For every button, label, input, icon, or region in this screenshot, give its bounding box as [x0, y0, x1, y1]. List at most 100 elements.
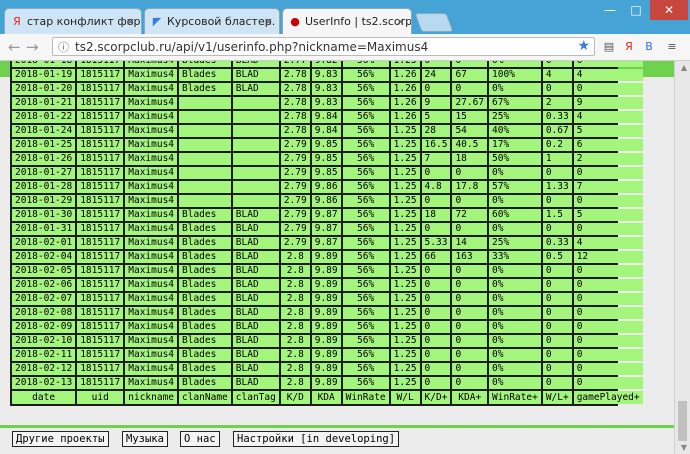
table-cell-k-d: 0 [421, 61, 451, 67]
column-header[interactable]: clanName [179, 391, 231, 404]
other-projects-link[interactable]: Другие проекты [12, 431, 109, 447]
address-bar[interactable]: ⓘ ts2.scorpclub.ru/api/v1/userinfo.php?n… [52, 37, 595, 56]
table-cell-winrate: 56% [342, 61, 389, 67]
forward-arrow-icon[interactable]: → [26, 38, 39, 56]
table-cell-uid: 1815117 [77, 97, 124, 109]
page-scrollbar[interactable]: ▲ ▼ [674, 61, 690, 454]
table-cell-winrate: 56% [342, 111, 389, 123]
table-cell-clantag: BLAD [232, 377, 279, 389]
table-cell-winrate: 0% [489, 321, 541, 333]
table-cell-k-d: 0 [421, 167, 451, 179]
table-cell-winrate: 56% [342, 125, 389, 137]
table-cell-k-d: 2.8 [280, 335, 310, 347]
table-cell-clantag [232, 167, 279, 179]
column-header[interactable]: W/L [390, 391, 420, 404]
table-cell-clanname: Blades [179, 349, 231, 361]
table-row: 2018-01-27 1815117 Maximus4 2.79 9.85 56% 1.25… [12, 167, 643, 179]
table-cell-kda: 9.89 [311, 363, 341, 375]
table-cell-gameplayed: 2 [573, 153, 643, 165]
table-cell-clanname [179, 125, 231, 137]
settings-link[interactable]: Настройки [in developing] [233, 431, 400, 447]
table-cell-date: 2018-01-26 [12, 153, 76, 165]
table-cell-k-d: 0 [421, 279, 451, 291]
column-header[interactable]: W/L+ [542, 391, 572, 404]
tab-title: стар конфликт форум — [27, 15, 141, 28]
table-cell-w-l: 0.33 [542, 237, 572, 249]
close-tab-icon[interactable]: × [126, 15, 135, 28]
column-header[interactable]: K/D+ [421, 391, 451, 404]
column-header[interactable]: nickname [125, 391, 178, 404]
table-cell-w-l: 0 [542, 349, 572, 361]
about-link[interactable]: О нас [180, 431, 220, 447]
back-arrow-icon[interactable]: ← [8, 38, 21, 56]
table-cell-clantag: BLAD [232, 363, 279, 375]
table-cell-k-d: 5 [421, 111, 451, 123]
table-cell-winrate: 0% [489, 167, 541, 179]
column-header[interactable]: WinRate [342, 391, 389, 404]
table-cell-uid: 1815117 [77, 307, 124, 319]
table-cell-k-d: 2.8 [280, 251, 310, 263]
tab-forum[interactable]: Я стар конфликт форум — × [4, 8, 142, 34]
table-cell-date: 2018-01-21 [12, 97, 76, 109]
table-cell-clantag: BLAD [232, 265, 279, 277]
table-cell-k-d: 2.8 [280, 321, 310, 333]
column-header[interactable]: WinRate+ [489, 391, 541, 404]
table-cell-uid: 1815117 [77, 111, 124, 123]
table-cell-gameplayed: 0 [573, 83, 643, 95]
table-row: 2018-01-26 1815117 Maximus4 2.79 9.85 56% 1.25… [12, 153, 643, 165]
table-cell-w-l: 0 [542, 307, 572, 319]
vk-extension-icon[interactable]: B [641, 40, 657, 54]
tab-userinfo[interactable]: ● UserInfo | ts2.scorpclub.r × [282, 8, 412, 35]
table-cell-k-d: 2.8 [280, 363, 310, 375]
maximize-button[interactable]: □ [624, 0, 648, 20]
table-cell-clanname [179, 97, 231, 109]
table-cell-date: 2018-02-10 [12, 335, 76, 347]
extensions-icon[interactable]: ▤ [601, 40, 617, 54]
table-cell-winrate: 0% [489, 83, 541, 95]
table-cell-clanname: Blades [179, 335, 231, 347]
table-cell-kda: 9.87 [311, 237, 341, 249]
scroll-down-arrow-icon[interactable]: ▼ [681, 443, 687, 452]
table-cell-clantag [232, 97, 279, 109]
column-header[interactable]: date [12, 391, 76, 404]
table-cell-k-d: 2.78 [280, 111, 310, 123]
table-cell-kda: 14 [452, 237, 488, 249]
table-cell-w-l: 1.25 [390, 139, 420, 151]
table-cell-winrate: 56% [342, 321, 389, 333]
table-cell-winrate: 56% [342, 265, 389, 277]
column-header[interactable]: gamePlayed+ [573, 391, 643, 404]
close-tab-icon[interactable]: × [396, 15, 405, 28]
new-tab-button[interactable] [414, 13, 454, 32]
table-cell-kda: 0 [452, 293, 488, 305]
bookmark-star-icon[interactable]: ★ [577, 38, 590, 55]
table-cell-date: 2018-02-04 [12, 251, 76, 263]
scroll-up-arrow-icon[interactable]: ▲ [681, 63, 687, 72]
table-cell-k-d: 16.5 [421, 139, 451, 151]
table-cell-k-d: 0 [421, 377, 451, 389]
tab-blaster[interactable]: ◤ Курсовой бластер. - Стр × [144, 8, 280, 34]
column-header[interactable]: clanTag [232, 391, 279, 404]
minimize-button[interactable]: — [598, 0, 622, 20]
column-header[interactable]: uid [77, 391, 124, 404]
table-cell-clanname: Blades [179, 237, 231, 249]
column-header[interactable]: KDA [311, 391, 341, 404]
close-tab-icon[interactable]: × [264, 15, 273, 28]
scrollbar-thumb[interactable] [678, 401, 687, 441]
table-cell-winrate: 56% [342, 363, 389, 375]
table-cell-clantag: BLAD [232, 335, 279, 347]
table-cell-w-l: 1.25 [390, 335, 420, 347]
table-cell-winrate: 56% [342, 307, 389, 319]
browser-toolbar: ← → C ⓘ ts2.scorpclub.ru/api/v1/userinfo… [0, 34, 690, 61]
column-header[interactable]: K/D [280, 391, 310, 404]
table-row: 2018-02-08 1815117 Maximus4 Blades BLAD 2.8 9.… [12, 307, 643, 319]
music-link[interactable]: Музыка [122, 431, 168, 447]
table-cell-w-l: 1.26 [390, 69, 420, 81]
yandex-extension-icon[interactable]: Я [621, 40, 637, 54]
close-window-button[interactable]: ✕ [650, 0, 688, 20]
table-cell-winrate: 25% [489, 111, 541, 123]
menu-icon[interactable]: ≡ [664, 40, 680, 54]
page-info-icon[interactable]: ⓘ [58, 38, 69, 55]
column-header[interactable]: KDA+ [452, 391, 488, 404]
table-cell-kda: 0 [452, 223, 488, 235]
table-cell-uid: 1815117 [77, 265, 124, 277]
